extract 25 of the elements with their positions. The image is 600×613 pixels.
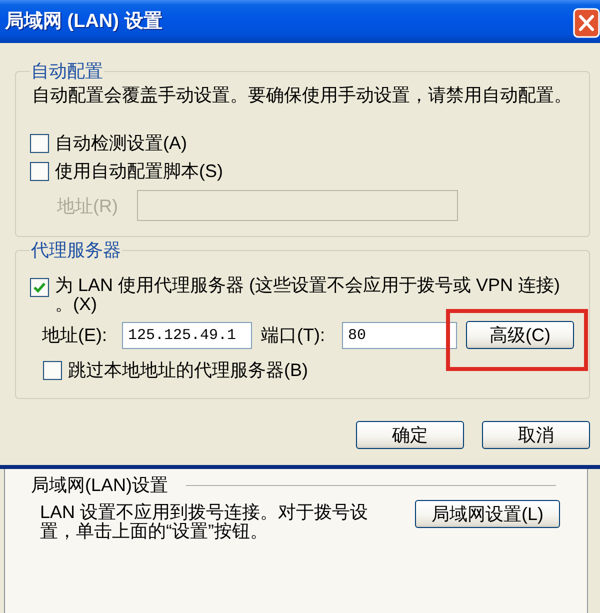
field-label: 端口(T): (261, 325, 326, 345)
close-button[interactable] (573, 8, 600, 38)
window-title: 局域网 (LAN) 设置 (5, 10, 162, 32)
dialog-button[interactable]: 取消 (482, 421, 590, 449)
group-label: 自动配置 (30, 62, 104, 80)
checkbox[interactable] (30, 134, 49, 152)
field-label: 地址(E): (42, 325, 108, 345)
input-field[interactable]: 125.125.49.1 (122, 322, 252, 348)
field-label: 地址(R) (57, 196, 119, 216)
dialog-button[interactable]: 确定 (356, 421, 464, 449)
close-icon (573, 8, 600, 38)
description-text: 自动配置会覆盖手动设置。要确保使用手动设置，请禁用自动配置。 (32, 85, 573, 105)
checkbox[interactable] (30, 278, 49, 297)
group-label: 代理服务器 (30, 241, 122, 259)
checkbox-label: 自动检测设置(A) (55, 133, 187, 153)
lan-settings-button[interactable]: 局域网设置(L) (415, 500, 560, 528)
checkbox-label: 为 LAN 使用代理服务器 (这些设置不会应用于拨号或 VPN 连接) 。(X) (55, 276, 560, 314)
info-text: LAN 设置不应用到拨号连接。对于拨号设 置，单击上面的“设置”按钮。 (40, 503, 368, 541)
checkbox-label: 跳过本地地址的代理服务器(B) (68, 360, 308, 380)
checkbox-label: 使用自动配置脚本(S) (55, 161, 223, 181)
input-field[interactable]: 80 (342, 322, 457, 348)
checkbox[interactable] (30, 162, 49, 180)
advanced-button[interactable]: 高级(C) (466, 321, 574, 349)
section-label: 局域网(LAN)设置 (31, 476, 168, 494)
checkbox[interactable] (43, 360, 62, 380)
